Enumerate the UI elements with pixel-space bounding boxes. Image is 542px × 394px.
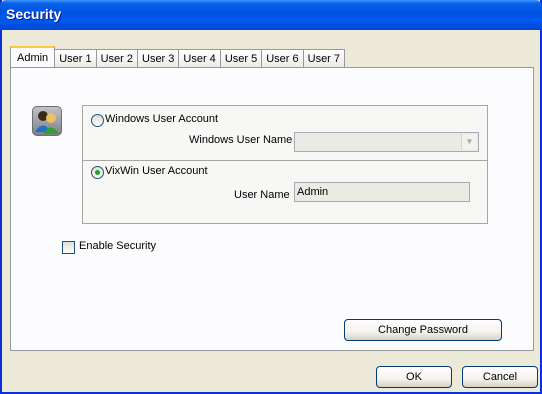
windows-account-label: Windows User Account — [105, 113, 219, 125]
tab-panel-admin: Windows User Account Windows User Name ▼… — [10, 67, 534, 351]
tab-user-5[interactable]: User 5 — [220, 49, 263, 67]
tab-user-1[interactable]: User 1 — [55, 49, 97, 67]
user-name-value: Admin — [297, 186, 329, 198]
vixwin-account-radio[interactable] — [91, 166, 104, 179]
windows-user-name-label: Windows User Name — [189, 134, 293, 146]
windows-account-group: Windows User Account Windows User Name ▼ — [82, 105, 488, 161]
vixwin-account-label: VixWin User Account — [105, 165, 208, 177]
ok-button[interactable]: OK — [376, 366, 452, 388]
cancel-button[interactable]: Cancel — [462, 366, 538, 388]
tab-user-3[interactable]: User 3 — [138, 49, 180, 67]
tab-user-6[interactable]: User 6 — [262, 49, 304, 67]
change-password-button[interactable]: Change Password — [344, 319, 502, 341]
security-dialog: Security Admin User 1 User 2 User 3 User… — [0, 0, 542, 394]
vixwin-account-group: VixWin User Account User Name Admin — [82, 160, 488, 224]
tab-user-4[interactable]: User 4 — [179, 49, 221, 67]
title-bar[interactable]: Security — [0, 0, 542, 30]
user-name-label: User Name — [234, 189, 290, 201]
tab-user-2[interactable]: User 2 — [96, 49, 138, 67]
users-icon — [32, 106, 62, 136]
enable-security-checkbox[interactable] — [62, 241, 75, 254]
user-name-field[interactable]: Admin — [294, 182, 470, 202]
enable-security-label: Enable Security — [79, 240, 157, 252]
tab-strip: Admin User 1 User 2 User 3 User 4 User 5… — [10, 46, 346, 68]
tab-admin[interactable]: Admin — [10, 46, 56, 67]
window-title: Security — [6, 6, 62, 22]
windows-user-name-dropdown[interactable]: ▼ — [294, 132, 479, 152]
tab-user-7[interactable]: User 7 — [303, 49, 346, 67]
chevron-down-icon[interactable]: ▼ — [461, 134, 477, 150]
windows-account-radio[interactable] — [91, 114, 104, 127]
